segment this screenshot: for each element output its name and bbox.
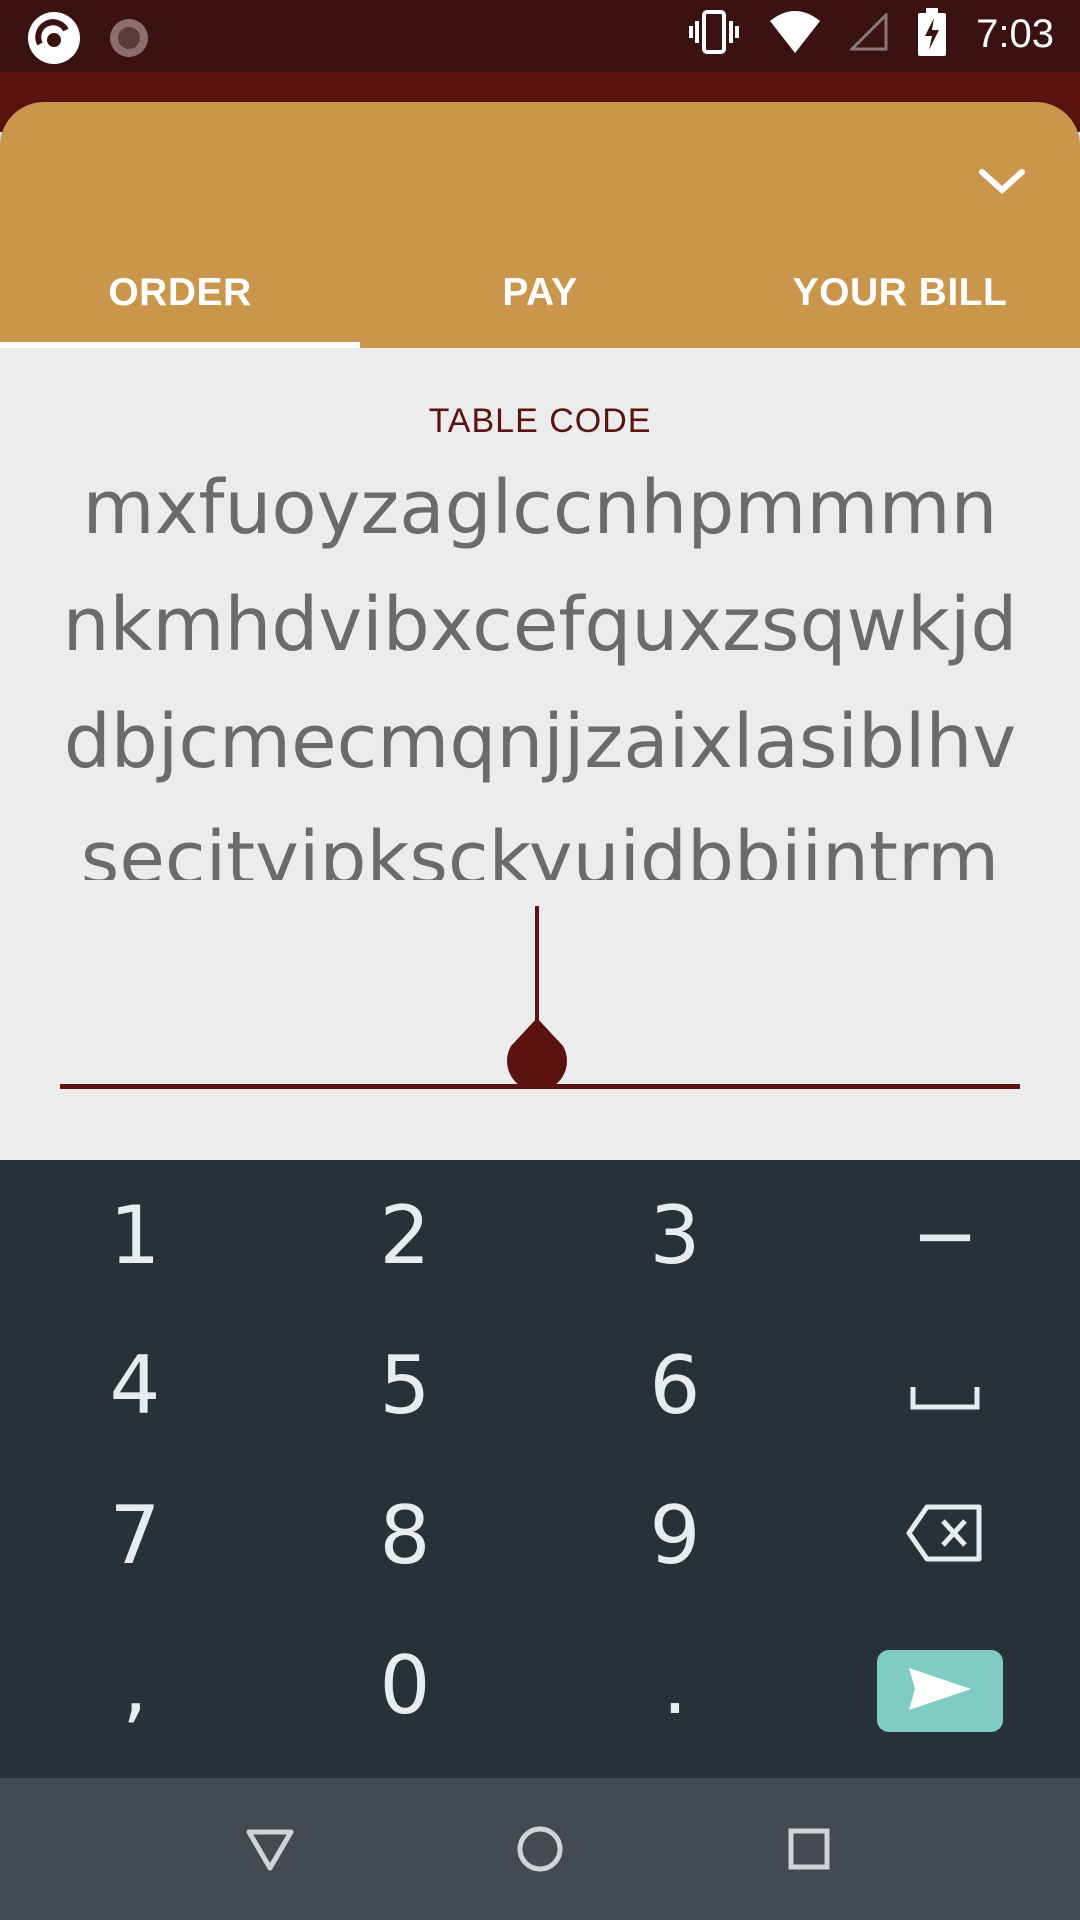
table-code-input[interactable]: mxfuoyzaglccnhpmmmnnkmhdvibxcefquxzsqwkj… — [60, 450, 1020, 880]
key-period[interactable]: . — [540, 1610, 810, 1760]
input-underline — [60, 1084, 1020, 1089]
home-icon[interactable] — [505, 1814, 575, 1884]
key-0[interactable]: 0 — [270, 1610, 540, 1760]
backspace-icon — [905, 1489, 985, 1582]
send-button[interactable] — [877, 1650, 1003, 1732]
recents-icon[interactable] — [774, 1814, 844, 1884]
text-cursor — [535, 906, 539, 1024]
key-5[interactable]: 5 — [270, 1310, 540, 1460]
vibrate-icon — [688, 9, 740, 60]
key-9[interactable]: 9 — [540, 1460, 810, 1610]
table-code-value: mxfuoyzaglccnhpmmmnnkmhdvibxcefquxzsqwkj… — [62, 465, 1018, 880]
key-space[interactable] — [810, 1310, 1080, 1460]
cell-signal-icon — [848, 11, 888, 56]
tab-your-bill[interactable]: YOUR BILL — [720, 238, 1080, 348]
wifi-icon — [770, 11, 821, 58]
status-bar: 7:03 — [0, 0, 1080, 72]
battery-charging-icon — [918, 8, 947, 61]
numeric-keyboard: 1 2 3 − 4 5 6 7 8 9 , 0 . — [0, 1160, 1080, 1778]
tab-order[interactable]: ORDER — [0, 238, 360, 348]
key-6[interactable]: 6 — [540, 1310, 810, 1460]
key-7[interactable]: 7 — [0, 1460, 270, 1610]
key-2[interactable]: 2 — [270, 1160, 540, 1310]
app-logo-icon — [26, 10, 82, 71]
key-4[interactable]: 4 — [0, 1310, 270, 1460]
tab-bar: ORDER PAY YOUR BILL — [0, 238, 1080, 348]
key-1[interactable]: 1 — [0, 1160, 270, 1310]
key-backspace[interactable] — [810, 1460, 1080, 1610]
tab-pay[interactable]: PAY — [360, 238, 720, 348]
table-code-label: TABLE CODE — [428, 402, 652, 440]
bottom-sheet-header: ORDER PAY YOUR BILL — [0, 102, 1080, 348]
system-nav-bar — [0, 1778, 1080, 1920]
key-minus[interactable]: − — [810, 1160, 1080, 1310]
space-icon — [910, 1339, 980, 1432]
back-icon[interactable] — [235, 1814, 305, 1884]
cursor-handle-icon[interactable] — [505, 1018, 569, 1091]
key-comma[interactable]: , — [0, 1610, 270, 1760]
send-icon — [907, 1666, 973, 1717]
key-3[interactable]: 3 — [540, 1160, 810, 1310]
loading-icon — [108, 17, 150, 64]
key-8[interactable]: 8 — [270, 1460, 540, 1610]
clock: 7:03 — [976, 12, 1054, 56]
chevron-down-icon[interactable] — [972, 156, 1032, 206]
order-panel: TABLE CODE mxfuoyzaglccnhpmmmnnkmhdvibxc… — [0, 348, 1080, 1160]
